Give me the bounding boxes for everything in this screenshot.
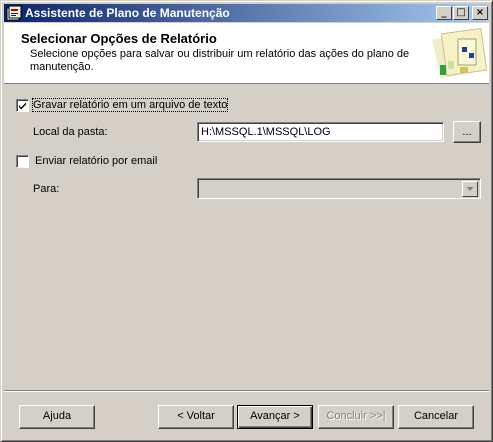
minimize-button[interactable]: _ <box>436 6 452 20</box>
footer-separator <box>4 390 489 392</box>
help-button-label: Ajuda <box>42 410 72 422</box>
next-button-label: Avançar > <box>250 410 300 422</box>
help-button[interactable]: Ajuda <box>19 405 95 429</box>
window-title: Assistente de Plano de Manutenção <box>25 6 230 20</box>
maximize-icon: □ <box>456 7 466 18</box>
write-report-label[interactable]: Gravar relatório em um arquivo de texto <box>31 98 229 112</box>
wizard-header: Selecionar Opções de Relatório Selecione… <box>4 23 489 84</box>
maintenance-plan-illustration-icon <box>432 27 488 79</box>
page-subtitle: Selecione opções para salvar ou distribu… <box>30 48 410 73</box>
back-button[interactable]: < Voltar <box>158 405 234 429</box>
close-icon: × <box>475 7 485 18</box>
wizard-window: Assistente de Plano de Manutenção _ □ × … <box>0 0 493 442</box>
title-bar[interactable]: Assistente de Plano de Manutenção _ □ × <box>4 4 489 22</box>
browse-folder-label: ... <box>462 126 472 138</box>
next-button[interactable]: Avançar > <box>237 405 313 429</box>
browse-folder-button[interactable]: ... <box>453 121 481 143</box>
chevron-down-icon <box>466 187 474 191</box>
close-button[interactable]: × <box>472 6 488 20</box>
finish-button-label: Concluir >>| <box>326 410 386 422</box>
wizard-app-icon <box>6 5 22 21</box>
cancel-button[interactable]: Cancelar <box>398 405 474 429</box>
checkmark-icon <box>19 102 26 110</box>
to-combobox[interactable] <box>197 178 481 199</box>
minimize-icon: _ <box>441 7 447 18</box>
folder-location-input[interactable]: H:\MSSQL.1\MSSQL\LOG <box>197 122 444 142</box>
maximize-button[interactable]: □ <box>453 6 469 20</box>
to-label: Para: <box>33 183 60 195</box>
finish-button[interactable]: Concluir >>| <box>318 405 394 429</box>
cancel-button-label: Cancelar <box>413 410 459 422</box>
back-button-label: < Voltar <box>177 410 215 422</box>
to-dropdown-button[interactable] <box>462 181 478 197</box>
folder-location-label: Local da pasta: <box>33 126 108 138</box>
email-report-checkbox[interactable] <box>16 155 29 168</box>
page-title: Selecionar Opções de Relatório <box>21 31 217 46</box>
email-report-label[interactable]: Enviar relatório por email <box>35 155 157 167</box>
write-report-checkbox[interactable] <box>16 99 29 112</box>
